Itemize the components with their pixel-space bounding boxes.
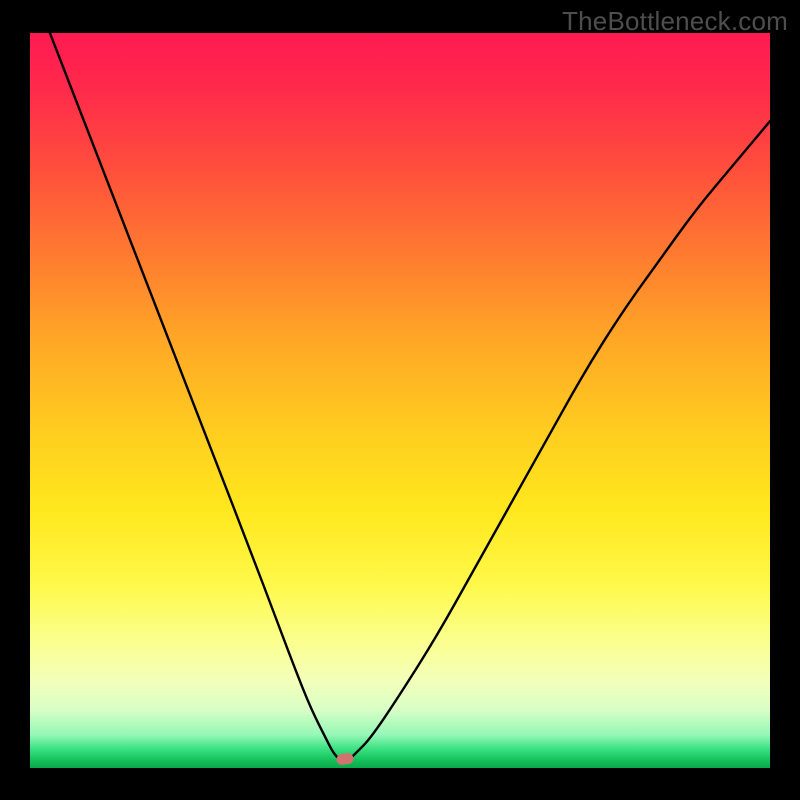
curve-path xyxy=(30,33,770,761)
chart-frame: TheBottleneck.com xyxy=(0,0,800,800)
plot-area xyxy=(30,33,770,768)
bottleneck-curve xyxy=(30,33,770,768)
watermark-text: TheBottleneck.com xyxy=(562,6,788,37)
